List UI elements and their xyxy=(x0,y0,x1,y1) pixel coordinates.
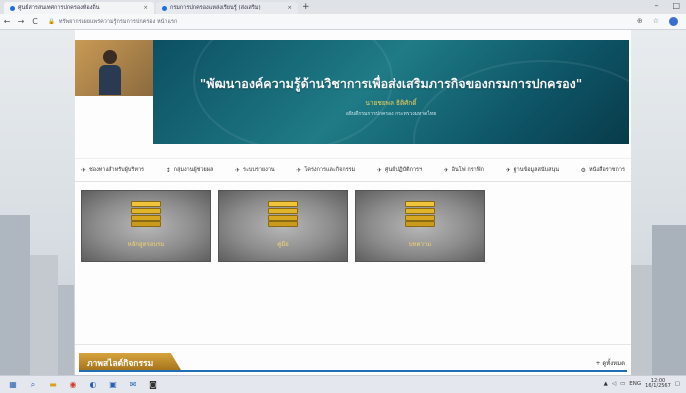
menu-item-ops-center[interactable]: ✈ ศูนย์ปฏิบัติการฯ xyxy=(377,166,422,174)
section-title: ภาพสไลด์กิจกรรม xyxy=(79,353,181,370)
banner-subtitle: นายชยพล ธิติศักดิ์ xyxy=(365,99,417,107)
plane-icon: ✈ xyxy=(234,166,240,174)
browser-tabstrip: ศูนย์สารสนเทศการปกครองท้องถิ่น × กรมการป… xyxy=(0,0,686,14)
books-icon xyxy=(268,201,298,227)
network-icon[interactable]: ▲ xyxy=(604,381,608,387)
site-favicon-icon xyxy=(10,5,15,11)
building-image xyxy=(0,215,30,375)
language-indicator[interactable]: ENG xyxy=(629,381,641,387)
browser-tab-2[interactable]: กรมการปกครองแหล่งเรียนรู้ (ส่งเสริม) × xyxy=(156,2,298,14)
star-icon[interactable]: ☆ xyxy=(653,17,659,26)
lock-icon: 🔒 xyxy=(48,18,55,25)
battery-icon[interactable]: ▭ xyxy=(620,381,625,387)
building-image xyxy=(30,255,58,375)
menu-item-label: กลุ่มงานผู้ช่วยผล xyxy=(173,167,214,173)
extension-icon[interactable]: ⊕ xyxy=(637,17,643,26)
menu-item-assistant[interactable]: ↕ กลุ่มงานผู้ช่วยผล xyxy=(166,166,214,174)
back-button[interactable]: ← xyxy=(0,17,14,26)
building-image xyxy=(652,225,686,375)
menu-item-label: ระบบรายงาน xyxy=(243,167,275,173)
chrome-icon[interactable]: ◉ xyxy=(66,380,80,390)
menu-item-label: ศูนย์ปฏิบัติการฯ xyxy=(384,167,423,173)
notification-icon[interactable]: ▢ xyxy=(675,381,680,387)
menu-item-label: อินโฟ กราฟิก xyxy=(451,167,484,173)
new-tab-button[interactable]: + xyxy=(302,2,310,12)
category-tile-articles[interactable]: บทความ xyxy=(355,190,485,262)
maximize-icon[interactable]: □ xyxy=(672,1,680,10)
tile-label: บทความ xyxy=(408,241,432,248)
edge-icon[interactable]: ◐ xyxy=(86,380,100,390)
plane-icon: ✈ xyxy=(443,166,449,174)
site-favicon-icon xyxy=(162,5,167,11)
section-divider xyxy=(79,370,627,372)
window-controls: – □ xyxy=(654,1,680,10)
url-field[interactable]: 🔒 ทรัพยากรเผยแพร่ความรู้กรมการปกครอง หน้… xyxy=(48,18,177,26)
menu-item-database[interactable]: ✈ ฐานข้อมูลสนับสนุน xyxy=(506,166,559,174)
store-icon[interactable]: ▣ xyxy=(106,380,120,390)
menu-item-reports[interactable]: ✈ ระบบรายงาน xyxy=(235,166,275,174)
os-taskbar: ▦ ⌕ ▬ ◉ ◐ ▣ ✉ ◙ ▲ ◁ ▭ ENG 12:00 16/1/256… xyxy=(0,375,686,393)
banner-tagline: อธิบดีกรมการปกครอง กระทรวงมหาดไทย xyxy=(345,111,437,117)
search-icon[interactable]: ⌕ xyxy=(26,380,40,390)
menu-item-label: หนังสือราชการ xyxy=(589,167,625,173)
reload-button[interactable]: C xyxy=(28,17,42,26)
tile-label: คู่มือ xyxy=(277,241,289,248)
arrows-icon: ↕ xyxy=(165,166,171,174)
url-text: ทรัพยากรเผยแพร่ความรู้กรมการปกครอง หน้าแ… xyxy=(58,18,178,25)
category-tile-courses[interactable]: หลักสูตรอบรม xyxy=(81,190,211,262)
close-tab-icon[interactable]: × xyxy=(287,5,292,11)
address-bar: ← → C 🔒 ทรัพยากรเผยแพร่ความรู้กรมการปกคร… xyxy=(0,14,686,30)
activity-slides-section: ภาพสไลด์กิจกรรม + ดูทั้งหมด xyxy=(75,344,631,374)
tab-title: กรมการปกครองแหล่งเรียนรู้ (ส่งเสริม) xyxy=(170,5,261,11)
plane-icon: ✈ xyxy=(376,166,382,174)
main-menu: ✈ ช่องทางสำหรับผู้บริหาร ↕ กลุ่มงานผู้ช่… xyxy=(75,158,631,182)
volume-icon[interactable]: ◁ xyxy=(612,381,616,387)
plane-icon: ✈ xyxy=(296,166,302,174)
folder-icon[interactable]: ▬ xyxy=(46,380,60,390)
view-all-link[interactable]: + ดูทั้งหมด xyxy=(595,358,625,368)
building-image xyxy=(58,285,74,375)
close-tab-icon[interactable]: × xyxy=(143,5,148,11)
header-banner: "พัฒนาองค์ความรู้ด้านวิชาการเพื่อส่งเสริ… xyxy=(153,40,629,144)
camera-icon[interactable]: ◙ xyxy=(146,380,160,390)
menu-item-projects[interactable]: ✈ โครงการและกิจกรรม xyxy=(296,166,355,174)
menu-item-label: ฐานข้อมูลสนับสนุน xyxy=(513,167,560,173)
banner-title: "พัฒนาองค์ความรู้ด้านวิชาการเพื่อส่งเสริ… xyxy=(199,76,583,91)
menu-item-label: โครงการและกิจกรรม xyxy=(304,167,356,173)
category-tile-manuals[interactable]: คู่มือ xyxy=(218,190,348,262)
books-icon xyxy=(405,201,435,227)
minimize-icon[interactable]: – xyxy=(654,1,658,10)
person-image xyxy=(99,50,121,96)
forward-button[interactable]: → xyxy=(14,17,28,26)
director-photo xyxy=(75,40,153,96)
system-tray: ▲ ◁ ▭ ENG 12:00 16/1/2567 ▢ xyxy=(604,379,680,389)
plane-icon: ✈ xyxy=(505,166,511,174)
menu-item-executives[interactable]: ✈ ช่องทางสำหรับผู้บริหาร xyxy=(81,166,144,174)
tile-label: หลักสูตรอบรม xyxy=(127,241,165,248)
profile-avatar-icon[interactable] xyxy=(669,17,678,26)
mail-icon[interactable]: ✉ xyxy=(126,380,140,390)
toolbar-icons: ⊕ ☆ xyxy=(637,17,678,26)
menu-item-label: ช่องทางสำหรับผู้บริหาร xyxy=(89,167,145,173)
gear-icon: ⚙ xyxy=(580,166,587,174)
tab-title: ศูนย์สารสนเทศการปกครองท้องถิ่น xyxy=(18,5,100,11)
books-icon xyxy=(131,201,161,227)
clock[interactable]: 12:00 16/1/2567 xyxy=(645,379,671,389)
browser-tab-1[interactable]: ศูนย์สารสนเทศการปกครองท้องถิ่น × xyxy=(4,2,154,14)
plane-icon: ✈ xyxy=(81,166,87,174)
menu-item-documents[interactable]: ⚙ หนังสือราชการ xyxy=(581,166,625,174)
menu-item-infographic[interactable]: ✈ อินโฟ กราฟิก xyxy=(444,166,484,174)
start-icon[interactable]: ▦ xyxy=(6,380,20,390)
